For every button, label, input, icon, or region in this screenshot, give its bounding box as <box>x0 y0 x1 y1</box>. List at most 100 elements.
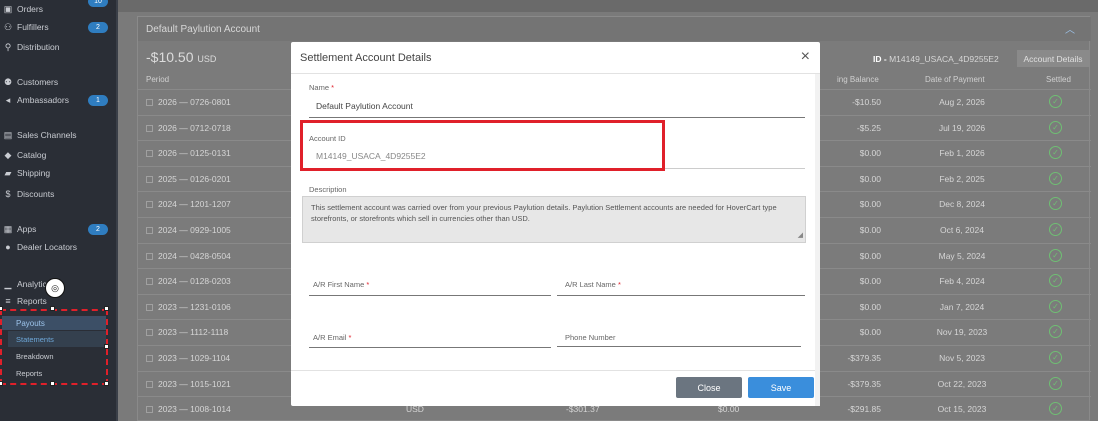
box-icon: ▣ <box>3 3 13 14</box>
closing-balance-cell: $0.00 <box>859 148 881 159</box>
count-badge: 2 <box>88 21 108 33</box>
resize-handle[interactable] <box>104 306 109 311</box>
check-circle-icon: ✓ <box>1049 197 1062 211</box>
modal-footer-divider <box>291 370 820 371</box>
check-circle-icon: ✓ <box>1049 248 1062 262</box>
sidebar-item-discounts[interactable]: $ Discounts <box>0 185 118 203</box>
check-circle-icon: ✓ <box>1049 95 1062 108</box>
closing-balance-cell: $0.00 <box>859 327 881 338</box>
calendar-icon <box>146 303 153 311</box>
resize-handle[interactable] <box>104 381 109 386</box>
sidebar-item-customers[interactable]: ⚉ Customers <box>0 73 118 91</box>
payment-date-cell: Oct 6, 2024 <box>940 225 984 235</box>
period-cell: 2024 — 1201-1207 <box>146 199 231 209</box>
sidebar-item-label: Distribution <box>17 42 60 52</box>
resize-handle[interactable] <box>104 344 109 349</box>
sidebar-item-label: Catalog <box>17 150 47 160</box>
closing-balance-cell: -$379.35 <box>847 378 881 389</box>
sidebar: ▣ Orders 10 ⚇ Fulfillers 2 ⚲ Distributio… <box>0 0 118 421</box>
database-icon: ≡ <box>5 296 11 306</box>
chevron-up-icon[interactable]: ︿ <box>1065 21 1075 36</box>
name-field[interactable]: Default Paylution Account <box>316 101 413 111</box>
name-field-underline <box>309 117 805 118</box>
payment-date-cell: Jul 19, 2026 <box>938 122 986 133</box>
column-header-closing-balance: ing Balance <box>837 75 879 84</box>
sidebar-item-apps[interactable]: ▦ Apps 2 <box>0 220 118 238</box>
sidebar-item-fulfillers[interactable]: ⚇ Fulfillers 2 <box>0 18 118 36</box>
sidebar-item-label: Shipping <box>17 168 51 178</box>
ar-last-name-label: A/R Last Name * <box>565 280 621 289</box>
sidebar-item-label: Discounts <box>17 189 55 199</box>
tag-icon: ◆ <box>4 149 12 160</box>
dollar-icon: $ <box>5 189 11 199</box>
save-button[interactable]: Save <box>748 377 814 398</box>
resize-handle[interactable] <box>50 306 55 311</box>
sidebar-item-label: Customers <box>17 77 59 87</box>
account-details-button[interactable]: Account Details <box>1017 50 1089 67</box>
period-cell: 2025 — 0126-0201 <box>146 174 231 184</box>
period-cell: 2024 — 0929-1005 <box>146 225 231 235</box>
closing-balance-cell: $0.00 <box>859 173 881 184</box>
calendar-icon <box>146 201 153 209</box>
ar-first-name-field[interactable] <box>309 295 551 296</box>
check-circle-icon: ✓ <box>1049 171 1062 185</box>
description-field[interactable]: This settlement account was carried over… <box>302 196 806 243</box>
check-circle-icon: ✓ <box>1049 146 1062 160</box>
required-marker: * <box>331 83 335 92</box>
top-strip <box>118 0 1098 12</box>
payment-date-cell: Oct 15, 2023 <box>937 404 987 415</box>
payment-date-cell: Jan 7, 2024 <box>939 301 985 312</box>
closing-balance-cell: -$10.50 <box>852 97 881 107</box>
required-marker: * <box>348 333 352 342</box>
resize-handle[interactable] <box>50 381 55 386</box>
check-circle-icon: ✓ <box>1049 274 1062 288</box>
period-cell: 2023 — 1231-0106 <box>146 302 231 312</box>
calendar-icon <box>146 252 153 260</box>
sidebar-item-ambassadors[interactable]: ◂ Ambassadors 1 <box>0 91 118 109</box>
required-marker: * <box>366 280 370 289</box>
ar-first-name-label: A/R First Name * <box>313 280 370 289</box>
sidebar-item-orders[interactable]: ▣ Orders 10 <box>0 0 118 18</box>
check-circle-icon: ✓ <box>1049 351 1062 364</box>
sidebar-item-shipping[interactable]: ▰ Shipping <box>0 164 118 182</box>
modal-scrollbar[interactable] <box>815 74 820 406</box>
pin-icon: ● <box>5 242 11 252</box>
payment-date-cell: Nov 5, 2023 <box>939 353 985 363</box>
account-card-header[interactable]: Default Paylution Account ︿ <box>138 17 1091 41</box>
sidebar-item-label: Sales Channels <box>17 130 77 140</box>
sidebar-item-label: Apps <box>17 224 37 234</box>
resize-grip-icon[interactable]: ◢ <box>798 230 803 241</box>
count-badge: 2 <box>88 223 108 235</box>
highlight-box <box>300 120 665 171</box>
closing-balance-cell: $0.00 <box>859 225 881 235</box>
ar-last-name-field[interactable] <box>557 295 805 296</box>
description-label: Description <box>309 185 347 194</box>
calendar-icon <box>146 227 153 234</box>
truck-icon: ▰ <box>4 167 12 178</box>
closing-balance-cell: -$379.35 <box>847 353 881 363</box>
calendar-icon <box>146 99 153 106</box>
sidebar-item-label: Dealer Locators <box>17 242 78 252</box>
calendar-icon <box>146 355 153 362</box>
check-circle-icon: ✓ <box>1049 223 1062 236</box>
store-icon: ▤ <box>3 129 13 140</box>
account-balance: -$10.50 USD <box>146 49 217 65</box>
payment-date-cell: Aug 2, 2026 <box>939 97 985 107</box>
calendar-icon <box>146 329 153 337</box>
resize-handle[interactable] <box>0 306 3 311</box>
sidebar-item-distribution[interactable]: ⚲ Distribution <box>0 38 118 56</box>
phone-number-field[interactable] <box>557 346 801 347</box>
close-icon[interactable]: × <box>801 48 810 66</box>
close-button[interactable]: Close <box>676 377 742 398</box>
users-icon: ⚇ <box>3 21 13 32</box>
sidebar-item-catalog[interactable]: ◆ Catalog <box>0 146 118 164</box>
sidebar-item-sales-channels[interactable]: ▤ Sales Channels <box>0 126 118 144</box>
sidebar-item-dealer-locators[interactable]: ● Dealer Locators <box>0 238 118 256</box>
period-cell: 2023 — 1008-1014 <box>146 404 231 414</box>
ar-email-field[interactable] <box>309 347 551 348</box>
closing-balance-cell: $0.00 <box>859 301 881 312</box>
resize-handle[interactable] <box>0 381 3 386</box>
people-icon: ⚉ <box>3 76 13 87</box>
check-circle-icon: ✓ <box>1049 402 1062 416</box>
closing-balance-cell: $0.00 <box>859 276 881 287</box>
